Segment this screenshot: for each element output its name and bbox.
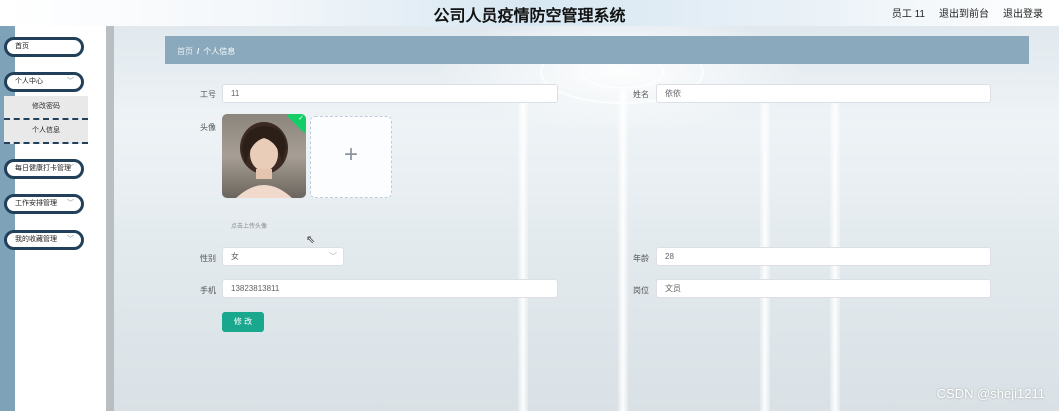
submenu-item-change-password[interactable]: 修改密码 (4, 96, 88, 120)
phone-field[interactable]: 13823813811 (222, 279, 558, 298)
avatar-upload-button[interactable]: + (310, 116, 392, 198)
age-field[interactable]: 28 (656, 247, 991, 266)
menu-item-label: 个人中心 (15, 78, 43, 85)
chevron-down-icon: ﹀ (67, 200, 74, 207)
top-header: 公司人员疫情防空管理系统 员工 11 退出到前台 退出登录 (0, 0, 1059, 26)
menu-item-home[interactable]: 首页 (4, 37, 84, 57)
plus-icon: + (343, 141, 358, 168)
menu-item-label: 工作安排管理 (15, 200, 57, 207)
logout-link[interactable]: 退出登录 (1003, 5, 1043, 20)
avatar-label: 头像 (200, 123, 216, 132)
breadcrumb-separator: / (197, 47, 200, 56)
mouse-cursor-icon: ⇖ (306, 234, 316, 246)
age-label: 年龄 (633, 254, 649, 263)
menu-item-work-schedule[interactable]: 工作安排管理 ﹀ (4, 194, 84, 214)
breadcrumb-current: 个人信息 (203, 47, 236, 56)
chevron-down-icon: ﹀ (67, 78, 74, 85)
menu-item-health-checkin[interactable]: 每日健康打卡管理 ﹀ (4, 159, 84, 179)
submit-button[interactable]: 修 改 (222, 312, 264, 332)
menu-item-personal-center[interactable]: 个人中心 ﹀ (4, 72, 84, 92)
watermark: CSDN @sheji1211 (936, 386, 1045, 401)
name-field[interactable]: 依依 (656, 84, 991, 103)
post-label: 岗位 (633, 286, 649, 295)
header-links: 员工 11 退出到前台 退出登录 (892, 5, 1043, 20)
menu-item-label: 我的收藏管理 (15, 236, 57, 243)
gender-select-value: 女 (231, 252, 239, 261)
chevron-down-icon: ﹀ (329, 252, 337, 261)
submenu-item-personal-info[interactable]: 个人信息 (4, 120, 88, 144)
id-label: 工号 (200, 90, 216, 99)
post-field[interactable]: 文员 (656, 279, 991, 298)
upload-tip: 点击上传头像 (231, 224, 268, 230)
menu-item-label: 每日健康打卡管理 (15, 165, 71, 172)
id-field[interactable]: 11 (222, 84, 558, 103)
personal-center-submenu: 修改密码 个人信息 (4, 96, 88, 144)
breadcrumb: 首页 / 个人信息 (177, 46, 235, 57)
menu-item-favorites[interactable]: 我的收藏管理 ﹀ (4, 230, 84, 250)
pillar (618, 90, 628, 411)
sidebar-divider (106, 26, 114, 411)
breadcrumb-home[interactable]: 首页 (177, 47, 193, 56)
chevron-down-icon: ﹀ (67, 236, 74, 243)
phone-label: 手机 (200, 286, 216, 295)
breadcrumb-bar: 首页 / 个人信息 (165, 36, 1029, 64)
check-icon: ✓ (298, 115, 304, 122)
gender-select[interactable]: 女 ﹀ (222, 247, 344, 266)
pillar (518, 90, 528, 411)
back-to-front-link[interactable]: 退出到前台 (939, 5, 989, 20)
current-user: 员工 11 (891, 9, 925, 20)
chevron-down-icon: ﹀ (67, 165, 74, 172)
gender-label: 性别 (200, 254, 216, 263)
name-label: 姓名 (633, 90, 649, 99)
menu-item-label: 首页 (15, 43, 29, 50)
avatar-photo (236, 122, 292, 198)
avatar-image[interactable]: ✓ (222, 114, 306, 198)
